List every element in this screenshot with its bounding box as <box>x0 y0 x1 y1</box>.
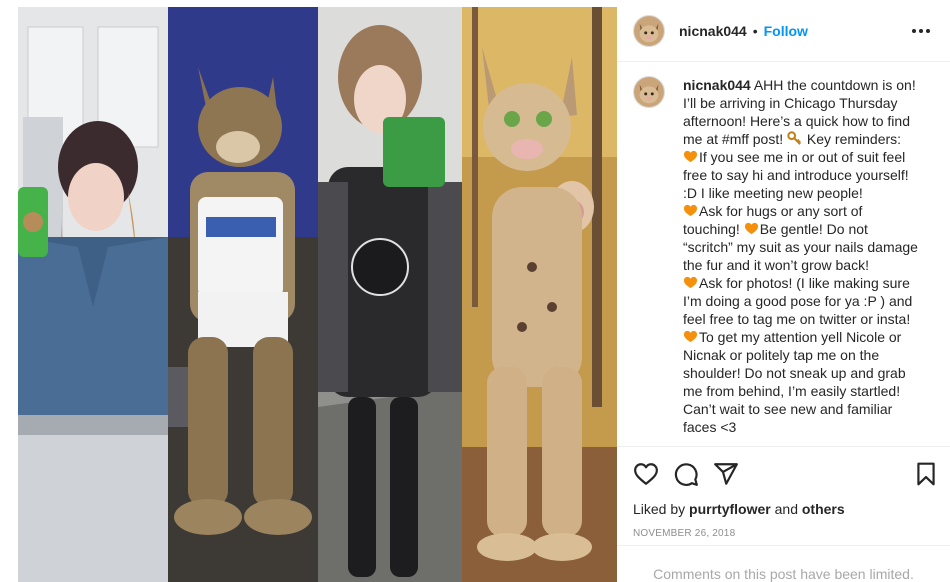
caption-line: Nicnak or politely tap me on the <box>683 346 945 364</box>
caption-line: :D I like meeting new people! <box>683 184 945 202</box>
orange-heart-emoji <box>683 276 698 289</box>
photo-mirror-selfie-beanie <box>18 7 168 582</box>
caption-line: free to say hi and introduce yourself! <box>683 166 945 184</box>
post-date[interactable]: NOVEMBER 26, 2018 <box>633 528 735 539</box>
caption-line: If you see me in or out of suit feel <box>683 148 945 166</box>
comments-limited-notice: Comments on this post have been limited. <box>617 545 950 582</box>
caption-text: faces <3 <box>683 419 737 435</box>
caption-text: feel free to tag me on twitter or insta! <box>683 311 911 327</box>
caption-text: afternoon! Here’s a quick how to find <box>683 113 910 129</box>
post-caption: nicnak044 AHH the countdown is on! I’ll b… <box>683 76 945 436</box>
caption-text: If you see me in or out of suit feel <box>699 149 906 165</box>
caption-text: the fur and it won’t grow back! <box>683 257 869 273</box>
caption-line: “scritch” my suit as your nails damage <box>683 238 945 256</box>
post-author-username[interactable]: nicnak044 <box>679 23 747 39</box>
photo-bobcat-fursuit-night <box>168 7 318 582</box>
caption-text: Nicnak or politely tap me on the <box>683 347 880 363</box>
key-emoji <box>787 131 802 145</box>
caption-text: To get my attention yell Nicole or <box>699 329 902 345</box>
post-actions-bar <box>617 446 950 498</box>
caption-line: To get my attention yell Nicole or <box>683 328 945 346</box>
orange-heart-emoji <box>683 150 698 163</box>
caption-line: feel free to tag me on twitter or insta! <box>683 310 945 328</box>
caption-text: me from behind, I’m easily startled! <box>683 383 901 399</box>
caption-section: nicnak044 AHH the countdown is on! I’ll b… <box>617 62 950 446</box>
caption-line: the fur and it won’t grow back! <box>683 256 945 274</box>
bookmark-icon[interactable] <box>913 461 939 487</box>
likes-summary: Liked by purrtyflower and others <box>633 501 845 517</box>
caption-line: afternoon! Here’s a quick how to find <box>683 112 945 130</box>
caption-text: me at #mff post! <box>683 131 784 147</box>
more-options-icon[interactable] <box>910 20 932 42</box>
caption-line: faces <3 <box>683 418 945 436</box>
liked-by-prefix: Liked by <box>633 501 690 517</box>
post-media[interactable] <box>0 0 617 582</box>
post-header: nicnak044 • Follow <box>617 0 950 62</box>
avatar[interactable] <box>633 76 665 108</box>
liked-by-username[interactable]: purrtyflower <box>689 501 771 517</box>
caption-text: Ask for hugs or any sort of <box>699 203 863 219</box>
orange-heart-emoji <box>683 204 698 217</box>
heart-icon[interactable] <box>633 461 659 487</box>
caption-line: Ask for hugs or any sort of <box>683 202 945 220</box>
caption-text: free to say hi and introduce yourself! <box>683 167 909 183</box>
orange-heart-emoji <box>683 330 698 343</box>
comment-icon[interactable] <box>673 461 699 487</box>
caption-text: Ask for photos! (I like making sure <box>699 275 910 291</box>
liked-by-others-link[interactable]: others <box>802 501 845 517</box>
caption-text: touching! <box>683 221 740 237</box>
liked-by-and: and <box>770 501 802 517</box>
caption-line: nicnak044 AHH the countdown is on! <box>683 76 945 94</box>
photo-lynx-fursuit-forest <box>462 7 617 582</box>
caption-line: me from behind, I’m easily startled! <box>683 382 945 400</box>
separator-dot: • <box>752 22 758 39</box>
photo-mirror-selfie-phone <box>318 7 462 582</box>
caption-text: shoulder! Do not sneak up and grab <box>683 365 906 381</box>
caption-text: AHH the countdown is on! <box>750 77 916 93</box>
orange-heart-emoji <box>744 222 758 235</box>
share-icon[interactable] <box>713 461 739 487</box>
caption-line: me at #mff post! Key reminders: <box>683 130 945 148</box>
caption-line: I’m doing a good pose for ya :P ) and <box>683 292 945 310</box>
caption-text: Can’t wait to see new and familiar <box>683 401 893 417</box>
post-side-panel: nicnak044 • Follow nicnak044 AHH the cou… <box>617 0 950 582</box>
avatar[interactable] <box>633 14 665 47</box>
caption-line: Ask for photos! (I like making sure <box>683 274 945 292</box>
caption-text: Key reminders: <box>803 131 902 147</box>
caption-text: I’m doing a good pose for ya :P ) and <box>683 293 913 309</box>
caption-username[interactable]: nicnak044 <box>683 77 751 93</box>
caption-text: “scritch” my suit as your nails damage <box>683 239 918 255</box>
caption-line: Can’t wait to see new and familiar <box>683 400 945 418</box>
caption-line: touching! Be gentle! Do not <box>683 220 945 238</box>
follow-button[interactable]: Follow <box>764 23 808 39</box>
caption-line: shoulder! Do not sneak up and grab <box>683 364 945 382</box>
caption-text: I’ll be arriving in Chicago Thursday <box>683 95 898 111</box>
caption-text: Be gentle! Do not <box>759 221 868 237</box>
caption-line: I’ll be arriving in Chicago Thursday <box>683 94 945 112</box>
caption-text: :D I like meeting new people! <box>683 185 863 201</box>
